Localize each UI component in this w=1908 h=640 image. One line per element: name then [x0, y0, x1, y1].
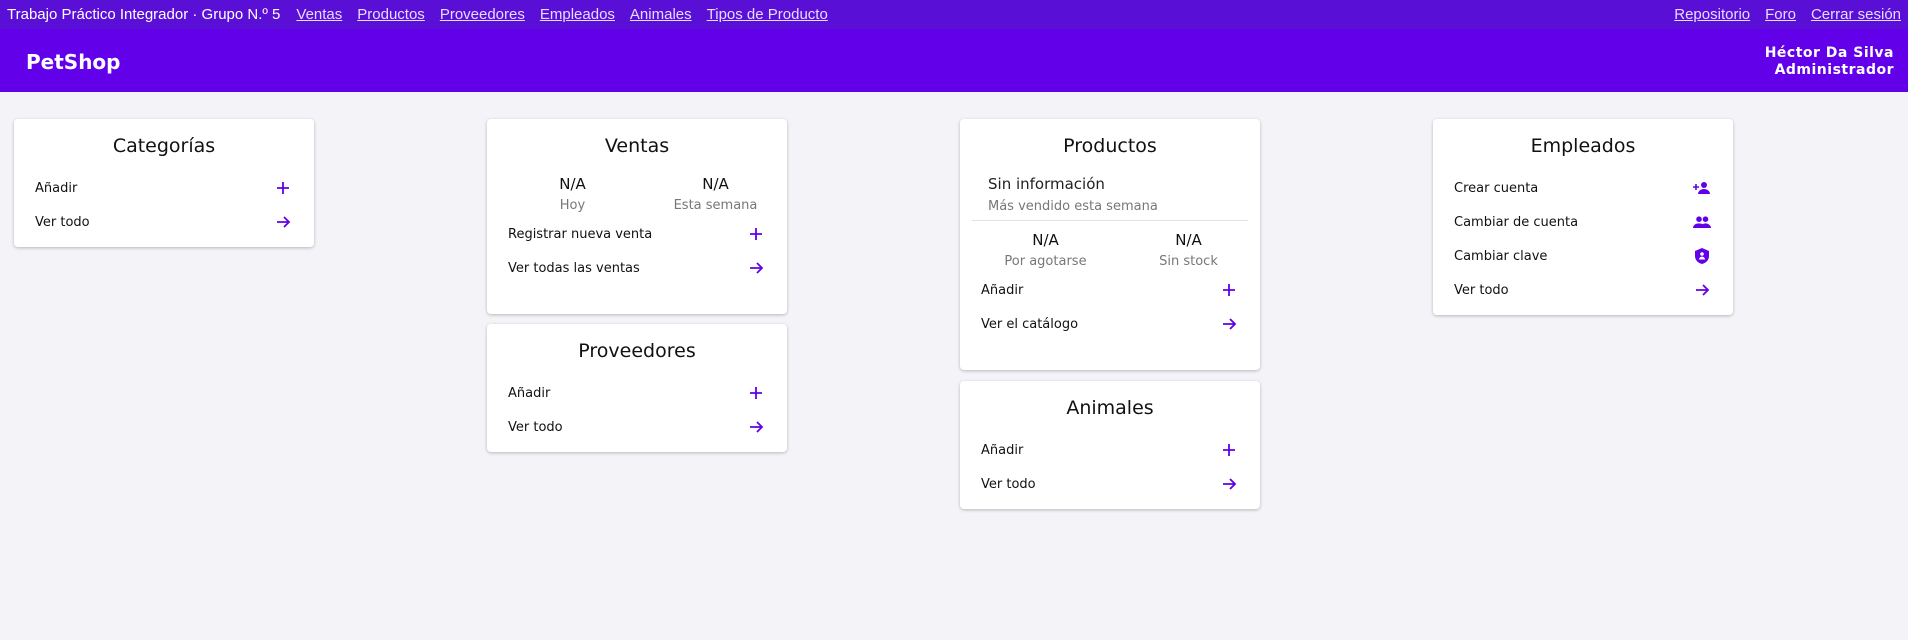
view-all-proveedores-button[interactable]: Ver todo — [487, 410, 787, 444]
action-label: Añadir — [981, 442, 1024, 458]
card-animales: Animales Añadir Ver todo — [960, 381, 1260, 509]
nav-link-productos[interactable]: Productos — [357, 6, 425, 23]
plus-icon — [1220, 441, 1238, 459]
stat-esta-semana: N/A Esta semana — [644, 175, 787, 213]
card-title: Ventas — [604, 135, 670, 157]
change-password-button[interactable]: Cambiar clave — [1433, 239, 1733, 273]
action-label: Ver todo — [1454, 282, 1509, 298]
shield-icon — [1693, 247, 1711, 265]
brand-logo[interactable]: PetShop — [26, 50, 120, 74]
view-catalog-button[interactable]: Ver el catálogo — [960, 307, 1260, 341]
add-animal-button[interactable]: Añadir — [960, 433, 1260, 467]
user-name: Héctor Da Silva — [1764, 45, 1894, 61]
nav-link-foro[interactable]: Foro — [1765, 6, 1796, 23]
arrow-right-icon — [1220, 475, 1238, 493]
stat-value: N/A — [559, 175, 586, 193]
nav-link-repositorio[interactable]: Repositorio — [1674, 6, 1750, 23]
stat-label: Sin stock — [1159, 254, 1218, 269]
action-label: Ver todo — [508, 419, 563, 435]
register-sale-button[interactable]: Registrar nueva venta — [487, 217, 787, 251]
plus-icon — [747, 225, 765, 243]
best-seller-value: Sin información — [988, 175, 1105, 193]
plus-icon — [747, 384, 765, 402]
nav-link-empleados[interactable]: Empleados — [540, 6, 615, 23]
logout-link[interactable]: Cerrar sesión — [1811, 6, 1901, 23]
action-label: Cambiar de cuenta — [1454, 214, 1579, 230]
plus-icon — [274, 179, 292, 197]
best-seller-label: Más vendido esta semana — [988, 199, 1158, 214]
add-proveedor-button[interactable]: Añadir — [487, 376, 787, 410]
action-label: Añadir — [35, 180, 78, 196]
nav-link-ventas[interactable]: Ventas — [296, 6, 342, 23]
stat-label: Esta semana — [673, 198, 758, 213]
view-all-categorias-button[interactable]: Ver todo — [14, 205, 314, 239]
arrow-right-icon — [747, 259, 765, 277]
card-title: Categorías — [112, 135, 216, 157]
view-all-animales-button[interactable]: Ver todo — [960, 467, 1260, 501]
action-label: Ver todo — [35, 214, 90, 230]
action-label: Ver todo — [981, 476, 1036, 492]
card-empleados: Empleados Crear cuenta Cambiar de cuenta… — [1433, 119, 1733, 315]
productos-stats: N/A Por agotarse N/A Sin stock — [960, 221, 1260, 273]
user-role: Administrador — [1774, 62, 1894, 78]
course-title: Trabajo Práctico Integrador · Grupo N.º … — [7, 6, 281, 23]
stat-hoy: N/A Hoy — [501, 175, 644, 213]
stat-value: N/A — [1032, 231, 1059, 249]
stat-por-agotarse: N/A Por agotarse — [974, 231, 1117, 269]
people-icon — [1693, 213, 1711, 231]
top-nav-right: Repositorio Foro Cerrar sesión — [1659, 6, 1901, 23]
stat-label: Hoy — [559, 198, 586, 213]
create-account-button[interactable]: Crear cuenta — [1433, 171, 1733, 205]
nav-link-tipos-de-producto[interactable]: Tipos de Producto — [707, 6, 828, 23]
action-label: Ver el catálogo — [981, 316, 1079, 332]
card-title: Animales — [1066, 397, 1154, 419]
arrow-right-icon — [1220, 315, 1238, 333]
person-add-icon — [1693, 179, 1711, 197]
view-all-sales-button[interactable]: Ver todas las ventas — [487, 251, 787, 285]
card-proveedores: Proveedores Añadir Ver todo — [487, 324, 787, 452]
arrow-right-icon — [1693, 281, 1711, 299]
card-title: Proveedores — [578, 340, 696, 362]
switch-account-button[interactable]: Cambiar de cuenta — [1433, 205, 1733, 239]
card-productos: Productos Sin información Más vendido es… — [960, 119, 1260, 370]
card-ventas: Ventas N/A Hoy N/A Esta semana Registrar… — [487, 119, 787, 314]
app-bar: PetShop Héctor Da Silva Administrador — [0, 29, 1908, 92]
nav-link-animales[interactable]: Animales — [630, 6, 692, 23]
plus-icon — [1220, 281, 1238, 299]
stat-sin-stock: N/A Sin stock — [1117, 231, 1260, 269]
nav-link-proveedores[interactable]: Proveedores — [440, 6, 525, 23]
view-all-empleados-button[interactable]: Ver todo — [1433, 273, 1733, 307]
action-label: Cambiar clave — [1454, 248, 1548, 264]
action-label: Registrar nueva venta — [508, 226, 653, 242]
ventas-stats: N/A Hoy N/A Esta semana — [487, 171, 787, 217]
stat-value: N/A — [1175, 231, 1202, 249]
stat-label: Por agotarse — [1004, 254, 1087, 269]
action-label: Crear cuenta — [1454, 180, 1539, 196]
action-label: Añadir — [508, 385, 551, 401]
arrow-right-icon — [747, 418, 765, 436]
add-categoria-button[interactable]: Añadir — [14, 171, 314, 205]
card-title: Empleados — [1530, 135, 1636, 157]
user-info: Héctor Da Silva Administrador — [1765, 45, 1894, 79]
card-categorias: Categorías Añadir Ver todo — [14, 119, 314, 247]
card-title: Productos — [1063, 135, 1157, 157]
best-seller-info: Sin información Más vendido esta semana — [972, 171, 1248, 221]
stat-value: N/A — [702, 175, 729, 193]
action-label: Añadir — [981, 282, 1024, 298]
action-label: Ver todas las ventas — [508, 260, 640, 276]
arrow-right-icon — [274, 213, 292, 231]
add-producto-button[interactable]: Añadir — [960, 273, 1260, 307]
top-nav-bar: Trabajo Práctico Integrador · Grupo N.º … — [0, 0, 1908, 29]
